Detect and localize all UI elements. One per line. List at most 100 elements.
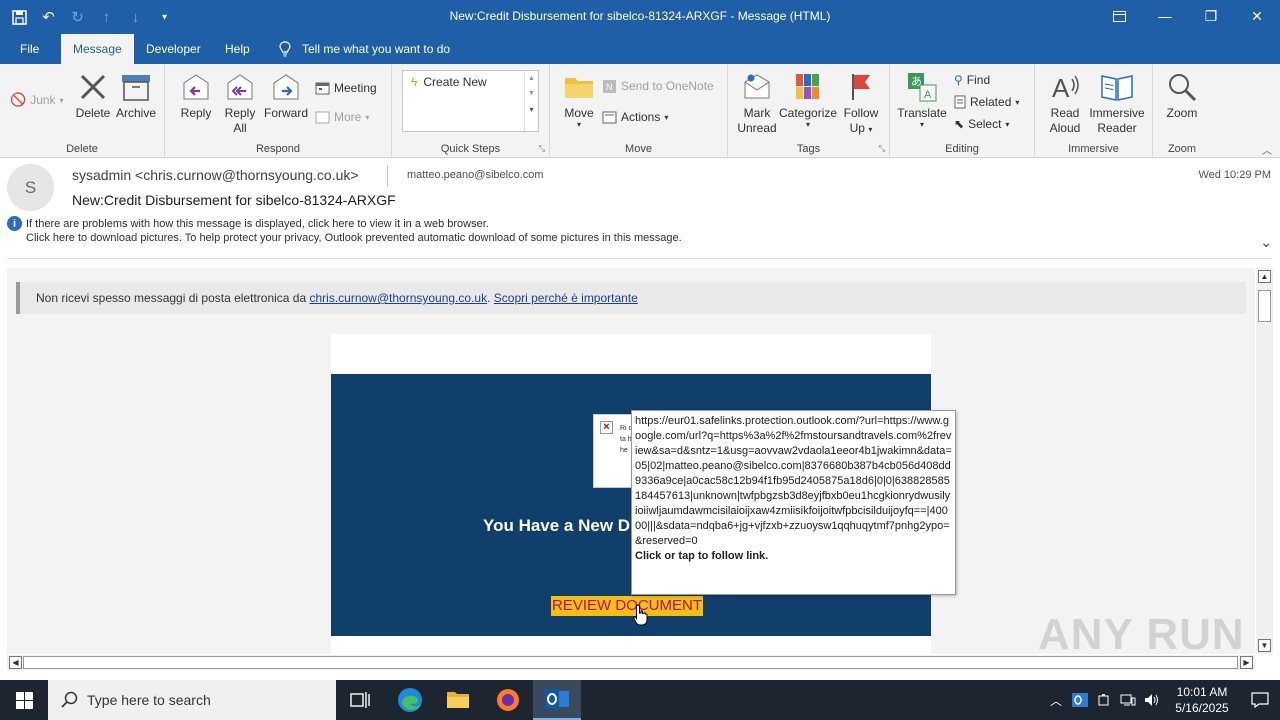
follow-up-button[interactable]: Follow Up ▾ (835, 70, 887, 137)
dialog-launcher-icon[interactable]: ⤡ (879, 144, 885, 154)
next-item-icon[interactable]: ↓ (124, 3, 147, 31)
junk-label: Junk (30, 93, 56, 107)
reply-icon (179, 70, 213, 104)
read-aloud-icon: A (1048, 70, 1082, 104)
outlook-taskbar-button[interactable] (533, 680, 581, 720)
vertical-scrollbar[interactable]: ▲ ▼ (1256, 268, 1273, 654)
mark-unread-label-2: Unread (737, 121, 777, 135)
taskbar-search[interactable]: Type here to search (48, 680, 336, 720)
system-tray: ︿ 10:01 AM 5/16/2025 (1044, 680, 1280, 720)
customize-qat-icon[interactable]: ▾ (153, 3, 176, 31)
categorize-icon (791, 70, 825, 104)
editing-group-label: Editing (945, 143, 979, 155)
taskbar-clock[interactable]: 10:01 AM 5/16/2025 (1164, 684, 1240, 716)
categorize-button[interactable]: Categorize ▾ (779, 70, 837, 129)
review-document-link[interactable]: REVIEW DOCUMENT (551, 596, 703, 616)
read-aloud-button[interactable]: A Read Aloud (1039, 70, 1091, 136)
forward-button[interactable]: Forward (260, 70, 312, 121)
tags-group-label: Tags (796, 143, 821, 155)
edge-taskbar-button[interactable] (386, 680, 434, 720)
file-explorer-taskbar-button[interactable] (434, 680, 482, 720)
sender-email-link[interactable]: chris.curnow@thornsyoung.co.uk (309, 291, 487, 305)
zoom-group: Zoom Zoom (1153, 64, 1211, 158)
expand-header-chevron-icon[interactable]: ⌄ (1260, 234, 1272, 251)
move-group-label: Move (625, 143, 652, 155)
zoom-button[interactable]: Zoom (1156, 70, 1208, 121)
create-new-quick-step[interactable]: ϟ Create New (411, 75, 487, 89)
quick-access-toolbar: ↶ ↻ ↑ ↓ ▾ (8, 0, 176, 34)
learn-why-link[interactable]: Scopri perché è importante (494, 291, 638, 305)
chevron-down-icon: ▾ (365, 112, 370, 122)
more-respond-button[interactable]: More ▾ (315, 107, 369, 127)
select-button[interactable]: ⬉ Select ▾ (954, 114, 1009, 134)
find-button[interactable]: ⚲ Find (954, 70, 990, 90)
window-title: New:Credit Disbursement for sibelco-8132… (449, 9, 831, 23)
reply-all-button[interactable]: Reply All (214, 70, 266, 136)
infobar-download-pictures-line[interactable]: Click here to download pictures. To help… (26, 231, 682, 245)
quick-steps-scroll[interactable]: ▲ ▼ ▾ (524, 71, 538, 131)
battery-icon[interactable] (1092, 680, 1116, 720)
firefox-taskbar-button[interactable] (484, 680, 532, 720)
lightbulb-icon (279, 41, 291, 57)
notification-center-button[interactable] (1240, 680, 1280, 720)
tab-file[interactable]: File (20, 34, 39, 64)
tab-help[interactable]: Help (225, 34, 250, 64)
send-to-onenote-button[interactable]: N Send to OneNote (602, 76, 714, 96)
link-tooltip: https://eur01.safelinks.protection.outlo… (631, 410, 956, 595)
vertical-scroll-thumb[interactable] (1258, 290, 1271, 322)
follow-up-label-1: Follow (843, 106, 879, 120)
close-icon[interactable]: ✕ (1234, 0, 1280, 32)
sender[interactable]: sysadmin <chris.curnow@thornsyoung.co.uk… (72, 167, 359, 183)
actions-button[interactable]: Actions ▾ (602, 107, 668, 127)
translate-button[interactable]: あA Translate ▾ (896, 70, 948, 129)
previous-item-icon[interactable]: ↑ (95, 3, 118, 31)
recipient[interactable]: matteo.peano@sibelco.com (407, 169, 544, 181)
show-hidden-icons-chevron-icon[interactable]: ︿ (1044, 680, 1068, 720)
scroll-up-icon[interactable]: ▲ (1258, 270, 1271, 283)
tab-message[interactable]: Message (61, 34, 134, 64)
tab-developer[interactable]: Developer (146, 34, 201, 64)
find-label: Find (966, 73, 991, 87)
message-header: S sysadmin <chris.curnow@thornsyoung.co.… (0, 158, 1280, 260)
header-divider (387, 165, 388, 187)
infobar-web-browser-line[interactable]: If there are problems with how this mess… (26, 217, 489, 231)
task-view-button[interactable] (336, 680, 384, 720)
quick-steps-group-label: Quick Steps (440, 143, 501, 155)
undo-icon[interactable]: ↶ (37, 3, 60, 31)
flag-icon (844, 70, 878, 104)
redo-icon[interactable]: ↻ (66, 3, 89, 31)
immersive-reader-button[interactable]: Immersive Reader (1087, 70, 1147, 136)
notice-text: Non ricevi spesso messaggi di posta elet… (36, 291, 638, 305)
folder-icon (447, 692, 469, 708)
dialog-launcher-icon[interactable]: ⤡ (539, 144, 545, 154)
firefox-icon (497, 689, 519, 711)
related-button[interactable]: Related ▾ (954, 92, 1019, 112)
scroll-left-icon[interactable]: ◀ (9, 656, 22, 669)
meeting-button[interactable]: Meeting (315, 78, 377, 98)
zoom-label: Zoom (1166, 106, 1198, 120)
tell-me-box[interactable]: Tell me what you want to do (278, 34, 450, 64)
restore-icon[interactable]: ❐ (1188, 0, 1234, 32)
collapse-ribbon-icon[interactable]: ︿ (1262, 142, 1272, 157)
window-controls: — ❐ ✕ (1096, 0, 1280, 32)
outlook-tray-icon[interactable] (1068, 680, 1092, 720)
archive-button[interactable]: Archive (110, 70, 162, 121)
move-button[interactable]: Move ▾ (553, 70, 605, 129)
chevron-down-icon: ▾ (1005, 119, 1010, 129)
sent-date: Wed 10:29 PM (1198, 169, 1271, 181)
avatar[interactable]: S (7, 164, 54, 211)
minimize-icon[interactable]: — (1142, 0, 1188, 32)
search-placeholder: Type here to search (87, 692, 211, 708)
start-button[interactable] (0, 680, 48, 720)
immersive-reader-label-1: Immersive (1089, 106, 1145, 120)
mark-unread-button[interactable]: Mark Unread (731, 70, 783, 136)
volume-icon[interactable] (1140, 680, 1164, 720)
network-icon[interactable] (1116, 680, 1140, 720)
scroll-down-icon[interactable]: ▼ (1258, 639, 1271, 652)
read-aloud-label-1: Read (1050, 106, 1080, 120)
notice-prefix: Non ricevi spesso messaggi di posta elet… (36, 291, 310, 305)
ribbon-display-options-icon[interactable] (1096, 0, 1142, 32)
save-icon[interactable] (8, 3, 31, 31)
onenote-icon: N (603, 79, 616, 93)
junk-button[interactable]: 🚫 Junk ▾ (10, 90, 64, 110)
